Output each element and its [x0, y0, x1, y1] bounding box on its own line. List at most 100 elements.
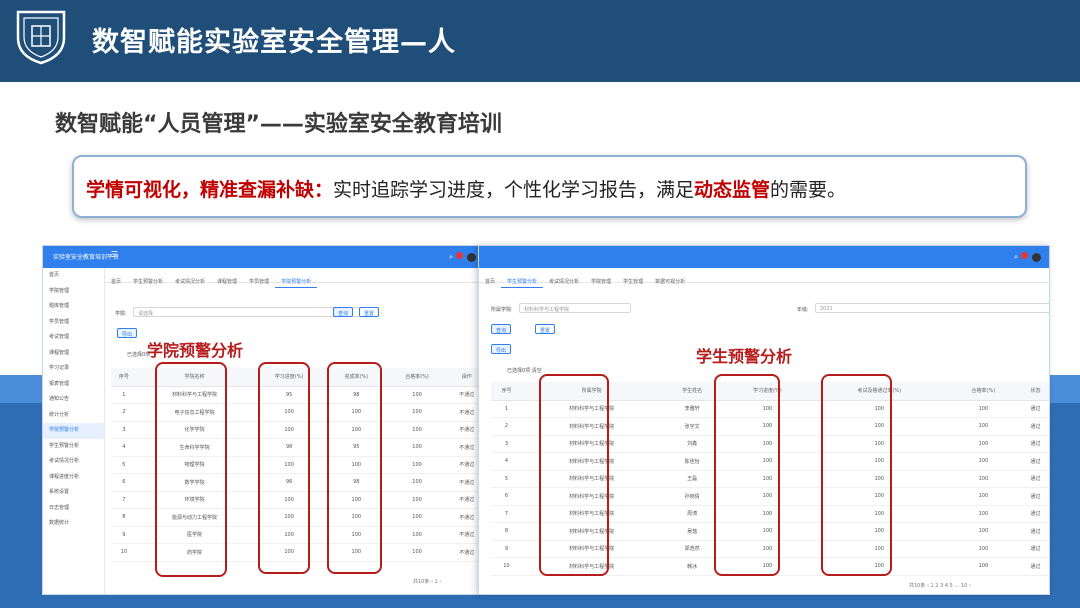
tab-item[interactable]: 课程管理 [211, 273, 243, 288]
sidebar-item[interactable]: 首页 [43, 268, 104, 284]
grade-select[interactable]: 2021 [815, 303, 1049, 313]
table-cell: 7 [111, 491, 137, 509]
selection-status: 已选择0项 清空 [507, 368, 542, 374]
pagination[interactable]: 共10条 ‹ 1 › [413, 578, 441, 585]
tab-item[interactable]: 学生预警分析 [501, 273, 544, 288]
table-cell: 10 [111, 543, 137, 562]
highlight-student-college-column [539, 374, 609, 576]
export-button[interactable]: 导出 [117, 328, 138, 338]
table-cell: 8 [111, 508, 137, 527]
column-header: 合格率(%) [386, 368, 448, 387]
table-cell: 10 [491, 557, 522, 576]
grade-filter-label: 年级: [797, 307, 809, 313]
table-cell: 通过 [1019, 417, 1049, 436]
tab-item[interactable]: 首页 [105, 273, 127, 288]
table-cell: 100 [946, 435, 1020, 453]
sidebar-item[interactable]: 课程管理 [43, 346, 104, 362]
table-cell: 100 [386, 491, 448, 509]
college-select[interactable]: 材料科学与工程学院 [519, 303, 631, 313]
college-filter-label: 学院: [115, 311, 127, 317]
pagination[interactable]: 共10条 ‹ 1 2 3 4 5 … 10 › [909, 582, 971, 589]
table-cell: 7 [491, 505, 522, 523]
sidebar-item[interactable]: 报表管理 [43, 377, 104, 393]
export-button[interactable]: 导出 [491, 344, 512, 354]
app-header: 实验室安全教育培训平台 ☰ ⌕ [43, 246, 484, 268]
table-cell: 4 [111, 438, 137, 457]
table-cell: 8 [491, 522, 522, 541]
avatar[interactable] [467, 252, 476, 262]
app-header: ⌕ [479, 246, 1049, 268]
tab-item[interactable]: 学员管理 [243, 273, 275, 288]
table-cell: 100 [946, 540, 1020, 558]
sidebar-item[interactable]: 学院管理 [43, 284, 104, 300]
table-cell: 通过 [1019, 452, 1049, 471]
callout-highlight-1: 学情可视化，精准查漏补缺： [86, 179, 334, 201]
sidebar-item[interactable]: 课程进度分析 [43, 470, 104, 486]
search-icon[interactable]: ⌕ [1014, 253, 1018, 261]
tab-item[interactable]: 数据可视分析 [649, 273, 691, 288]
highlight-progress-column [258, 362, 310, 574]
table-cell: 2 [111, 403, 137, 422]
college-filter-input[interactable]: 请选择 [133, 307, 361, 317]
sidebar-item[interactable]: 通知公告 [43, 392, 104, 408]
tab-item[interactable]: 考试情况分析 [169, 273, 211, 288]
table-cell: 4 [491, 452, 522, 471]
reset-button[interactable]: 重置 [535, 324, 556, 334]
sidebar-item[interactable]: 学习记录 [43, 361, 104, 377]
avatar[interactable] [1032, 252, 1041, 262]
page-title: 数智赋能实验室安全管理—人 [92, 27, 456, 58]
search-button[interactable]: 查询 [333, 307, 354, 317]
sidebar-item[interactable]: 题库管理 [43, 299, 104, 315]
table-cell: 100 [386, 526, 448, 544]
table-cell: 100 [946, 505, 1020, 523]
table-cell: 100 [386, 456, 448, 474]
search-button[interactable]: 查询 [491, 324, 512, 334]
reset-button[interactable]: 重置 [359, 307, 380, 317]
sidebar-item[interactable]: 学院预警分析 [43, 423, 104, 439]
sidebar-item[interactable]: 日志管理 [43, 501, 104, 517]
callout-text-1: 实时追踪学习进度，个性化学习报告，满足 [333, 179, 695, 201]
table-cell: 6 [491, 487, 522, 506]
header-icons: ⌕ [1014, 252, 1041, 262]
search-icon[interactable]: ⌕ [449, 253, 453, 261]
sidebar-item[interactable]: 学员管理 [43, 315, 104, 331]
tab-item[interactable]: 首页 [479, 273, 501, 288]
notification-badge-icon[interactable] [456, 252, 463, 259]
column-header: 序号 [491, 382, 522, 401]
table-cell: 100 [946, 557, 1020, 576]
table-cell: 5 [491, 470, 522, 488]
sidebar-item[interactable]: 数据统计 [43, 516, 104, 532]
header-icons: ⌕ [449, 252, 476, 262]
tab-item[interactable]: 学院管理 [585, 273, 617, 288]
sidebar-item[interactable]: 系统设置 [43, 485, 104, 501]
sidebar-item[interactable]: 考试管理 [43, 330, 104, 346]
column-header: 合格率(%) [946, 382, 1020, 401]
table-cell: 通过 [1019, 400, 1049, 418]
tab-item[interactable]: 学院预警分析 [275, 273, 318, 288]
callout-text-2: 的需要。 [770, 179, 847, 201]
notification-badge-icon[interactable] [1021, 252, 1028, 259]
table-cell: 3 [491, 435, 522, 453]
table-cell: 1 [111, 386, 137, 404]
tab-item[interactable]: 考试情况分析 [543, 273, 585, 288]
highlight-pass-rate-column [821, 374, 892, 576]
table-cell: 通过 [1019, 522, 1049, 541]
table-cell: 通过 [1019, 487, 1049, 506]
university-logo-icon [16, 10, 66, 65]
highlight-college-name-column [155, 362, 227, 577]
table-cell: 100 [946, 400, 1020, 418]
app-name: 实验室安全教育培训平台 [53, 254, 120, 261]
college-warning-label: 学院预警分析 [147, 341, 244, 360]
table-cell: 100 [946, 470, 1020, 488]
sidebar-item[interactable]: 考试情况分析 [43, 454, 104, 470]
table-cell: 100 [386, 421, 448, 439]
table-cell: 9 [491, 540, 522, 558]
tab-item[interactable]: 学生管理 [617, 273, 649, 288]
menu-icon[interactable]: ☰ [111, 251, 119, 259]
column-header: 状态 [1019, 382, 1049, 401]
student-warning-label: 学生预警分析 [696, 347, 793, 366]
header-band: 数智赋能实验室安全管理—人 [0, 0, 1080, 82]
sidebar-item[interactable]: 统计分析 [43, 408, 104, 424]
sidebar-item[interactable]: 学生预警分析 [43, 439, 104, 455]
tab-item[interactable]: 学生预警分析 [127, 273, 169, 288]
